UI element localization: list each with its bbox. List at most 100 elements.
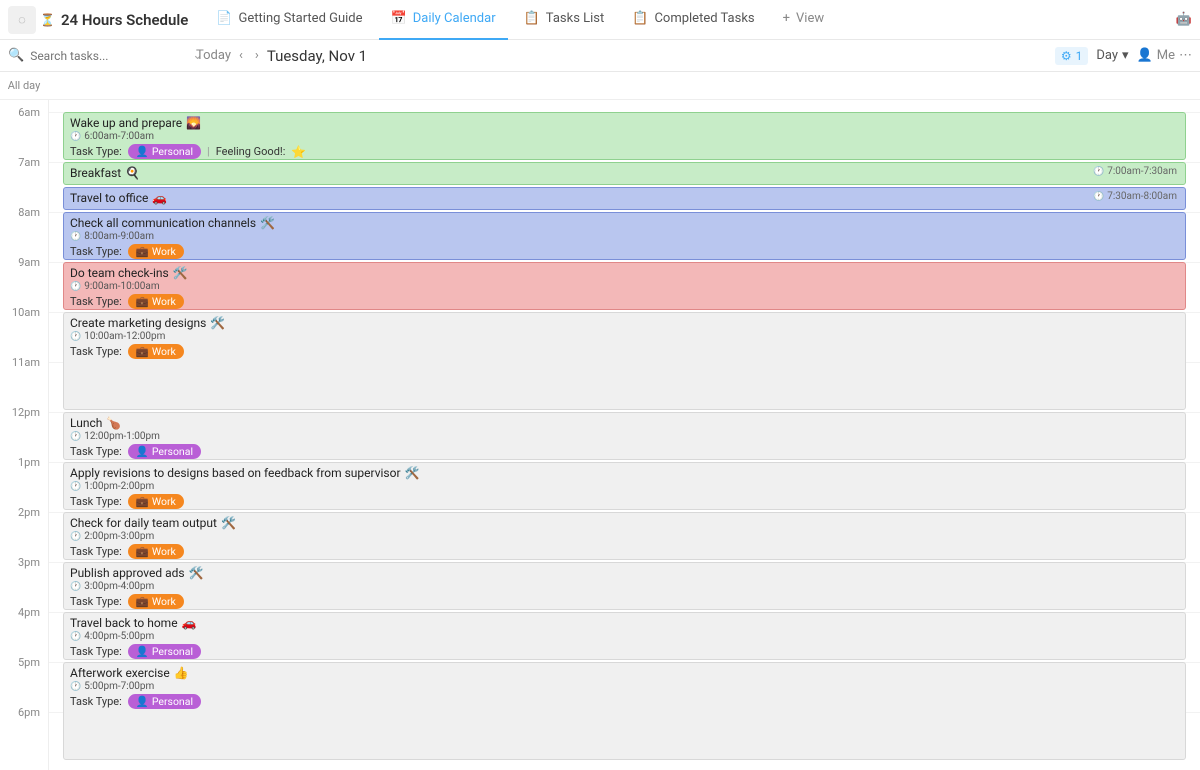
- tag-icon: 💼: [136, 295, 149, 308]
- event-emoji-icon: 🍗: [106, 416, 121, 430]
- clock-icon: 🕐: [1093, 192, 1104, 202]
- search-input[interactable]: [30, 49, 186, 63]
- tag-icon: 💼: [136, 495, 149, 508]
- event-time: 🕐5:00pm-7:00pm: [70, 681, 1179, 692]
- filter-icon: ⚙: [1061, 49, 1072, 63]
- event-time: 🕐3:00pm-4:00pm: [70, 581, 1179, 592]
- event-emoji-icon: 🌄: [186, 116, 201, 130]
- task-type-tag: 💼Work: [128, 344, 184, 359]
- prev-day-button[interactable]: ‹: [239, 48, 243, 63]
- view-range-selector[interactable]: Day ▾: [1096, 48, 1128, 63]
- clock-icon: 🕐: [70, 432, 81, 442]
- filter-count: 1: [1076, 49, 1083, 63]
- tab-label: Tasks List: [546, 11, 604, 26]
- tab-tasks-list[interactable]: 📋 Tasks List: [512, 0, 617, 40]
- calendar-event[interactable]: Wake up and prepare🌄🕐6:00am-7:00amTask T…: [63, 112, 1186, 160]
- event-meta: Task Type: 💼Work: [70, 294, 1179, 309]
- event-emoji-icon: 🚗: [182, 616, 197, 630]
- calendar-event[interactable]: Lunch🍗🕐12:00pm-1:00pmTask Type: 👤Persona…: [63, 412, 1186, 460]
- event-time: 🕐10:00am-12:00pm: [70, 331, 1179, 342]
- hour-label: 5pm: [18, 656, 40, 669]
- robot-icon[interactable]: 🤖: [1176, 12, 1192, 27]
- all-day-label: All day: [0, 79, 48, 92]
- calendar-event[interactable]: Travel back to home🚗🕐4:00pm-5:00pmTask T…: [63, 612, 1186, 660]
- event-title: Publish approved ads🛠️: [70, 566, 1179, 580]
- event-meta: Task Type: 💼Work: [70, 494, 1179, 509]
- task-type-tag: 👤Personal: [128, 144, 201, 159]
- event-emoji-icon: 🛠️: [260, 216, 275, 230]
- events-column[interactable]: Wake up and prepare🌄🕐6:00am-7:00amTask T…: [48, 100, 1200, 770]
- task-type-tag: 💼Work: [128, 244, 184, 259]
- filter-badge[interactable]: ⚙ 1: [1055, 47, 1089, 65]
- event-title: Travel to office🚗: [70, 191, 1179, 205]
- hour-label: 9am: [18, 256, 40, 269]
- hour-label: 1pm: [18, 456, 40, 469]
- me-button[interactable]: 👤 Me ⋯: [1137, 48, 1192, 63]
- event-emoji-icon: 🛠️: [405, 466, 420, 480]
- clock-icon: 🕐: [70, 632, 81, 642]
- tag-icon: 💼: [136, 595, 149, 608]
- hour-label: 12pm: [12, 406, 40, 419]
- event-title: Check for daily team output🛠️: [70, 516, 1179, 530]
- task-type-tag: 💼Work: [128, 294, 184, 309]
- event-meta: Task Type: 💼Work: [70, 344, 1179, 359]
- more-icon: ⋯: [1179, 48, 1192, 63]
- calendar-event[interactable]: Check all communication channels🛠️🕐8:00a…: [63, 212, 1186, 260]
- list-icon: 📋: [632, 11, 648, 26]
- hour-label: 2pm: [18, 506, 40, 519]
- task-type-tag: 👤Personal: [128, 644, 201, 659]
- hour-label: 6pm: [18, 706, 40, 719]
- calendar-event[interactable]: Check for daily team output🛠️🕐2:00pm-3:0…: [63, 512, 1186, 560]
- event-emoji-icon: 👍: [174, 666, 189, 680]
- star-icon: ⭐: [291, 145, 306, 159]
- clock-icon: 🕐: [70, 482, 81, 492]
- event-meta: Task Type: 👤Personal: [70, 694, 1179, 709]
- calendar-event[interactable]: Do team check-ins🛠️🕐9:00am-10:00amTask T…: [63, 262, 1186, 310]
- person-icon: 👤: [1137, 48, 1153, 63]
- today-button[interactable]: Today: [196, 48, 231, 63]
- add-view-label: View: [796, 11, 824, 26]
- chevron-down-icon: ▾: [1122, 48, 1129, 63]
- event-time: 🕐7:30am-8:00am: [1093, 191, 1177, 202]
- search-box[interactable]: 🔍 ⌄: [8, 48, 188, 63]
- list-icon: 📋: [524, 11, 540, 26]
- calendar-event[interactable]: Publish approved ads🛠️🕐3:00pm-4:00pmTask…: [63, 562, 1186, 610]
- calendar-event[interactable]: Travel to office🚗🕐7:30am-8:00am: [63, 187, 1186, 210]
- event-meta: Task Type: 👤Personal: [70, 444, 1179, 459]
- calendar-event[interactable]: Apply revisions to designs based on feed…: [63, 462, 1186, 510]
- hour-label: 3pm: [18, 556, 40, 569]
- calendar-event[interactable]: Afterwork exercise👍🕐5:00pm-7:00pmTask Ty…: [63, 662, 1186, 760]
- clock-icon: 🕐: [70, 532, 81, 542]
- calendar-body: 6am7am8am9am10am11am12pm1pm2pm3pm4pm5pm6…: [0, 100, 1200, 770]
- next-day-button[interactable]: ›: [255, 48, 259, 63]
- tab-completed-tasks[interactable]: 📋 Completed Tasks: [620, 0, 766, 40]
- top-bar: ◌ ⏳ 24 Hours Schedule 📄 Getting Started …: [0, 0, 1200, 40]
- app-menu-icon[interactable]: ◌: [8, 6, 36, 34]
- clock-icon: 🕐: [70, 232, 81, 242]
- event-time: 🕐1:00pm-2:00pm: [70, 481, 1179, 492]
- event-title: Apply revisions to designs based on feed…: [70, 466, 1179, 480]
- calendar-event[interactable]: Breakfast🍳🕐7:00am-7:30am: [63, 162, 1186, 185]
- tab-daily-calendar[interactable]: 📅 Daily Calendar: [379, 0, 508, 40]
- hour-label: 11am: [12, 356, 40, 369]
- tab-getting-started[interactable]: 📄 Getting Started Guide: [204, 0, 374, 40]
- calendar-event[interactable]: Create marketing designs🛠️🕐10:00am-12:00…: [63, 312, 1186, 410]
- event-time: 🕐7:00am-7:30am: [1093, 166, 1177, 177]
- event-emoji-icon: 🛠️: [221, 516, 236, 530]
- task-type-tag: 💼Work: [128, 494, 184, 509]
- tag-icon: 💼: [136, 245, 149, 258]
- tag-icon: 👤: [136, 145, 149, 158]
- event-title: Check all communication channels🛠️: [70, 216, 1179, 230]
- clock-icon: 🕐: [70, 582, 81, 592]
- event-title: Breakfast🍳: [70, 166, 1179, 180]
- app-title[interactable]: ⏳ 24 Hours Schedule: [40, 11, 188, 29]
- search-icon: 🔍: [8, 48, 24, 63]
- event-title: Wake up and prepare🌄: [70, 116, 1179, 130]
- task-type-tag: 👤Personal: [128, 444, 201, 459]
- event-meta: Task Type: 👤Personal: [70, 644, 1179, 659]
- tag-icon: 👤: [136, 645, 149, 658]
- add-view-button[interactable]: + View: [771, 0, 837, 40]
- me-label: Me: [1157, 48, 1175, 63]
- calendar-icon: 📅: [391, 11, 407, 26]
- hour-label: 6am: [18, 106, 40, 119]
